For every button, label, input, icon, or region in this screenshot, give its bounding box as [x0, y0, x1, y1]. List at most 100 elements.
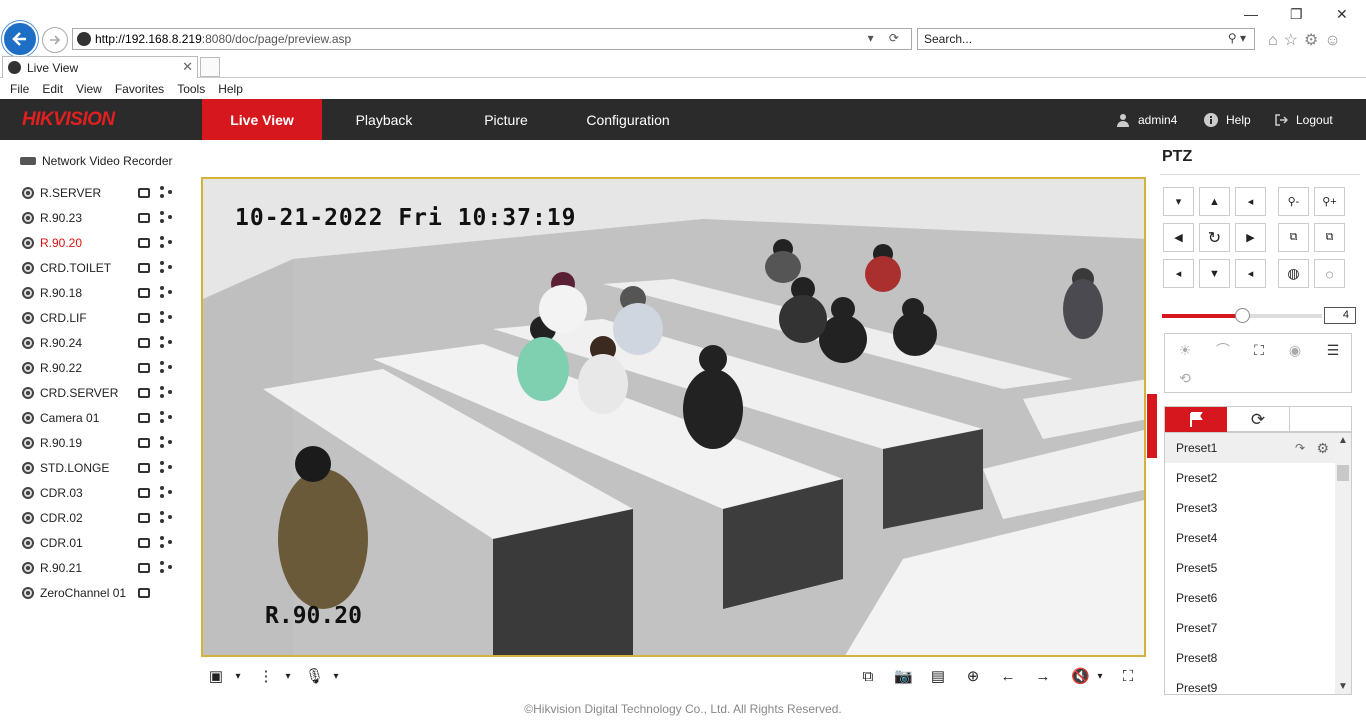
preset-scrollbar[interactable]: ▲ ▼	[1335, 433, 1351, 694]
stop-all-icon[interactable]: ⧉	[859, 668, 877, 686]
audio-mute-icon[interactable]: 🔇	[1071, 668, 1090, 686]
focus-far-button[interactable]: ⧉	[1314, 223, 1345, 252]
ptz-down-left-button[interactable]: ◂	[1163, 259, 1194, 288]
new-tab-button[interactable]	[200, 57, 220, 77]
camera-item[interactable]: R.90.22	[22, 358, 192, 378]
camera-item[interactable]: CDR.01	[22, 533, 192, 553]
camera-item[interactable]: CRD.LIF	[22, 308, 192, 328]
record-icon[interactable]	[138, 588, 150, 598]
tab-live-view[interactable]: Live View ✕	[2, 56, 198, 78]
focus-near-button[interactable]: ⧉	[1278, 223, 1309, 252]
ptz-auto-button[interactable]: ↻	[1199, 223, 1230, 252]
preset-item[interactable]: Preset8	[1165, 643, 1337, 673]
stream-switch-icon[interactable]	[160, 236, 174, 250]
menu-file[interactable]: File	[10, 82, 29, 96]
preset-item[interactable]: Preset2	[1165, 463, 1337, 493]
lens-init-icon[interactable]: ⟲	[1167, 364, 1203, 392]
camera-item[interactable]: R.90.23	[22, 208, 192, 228]
record-icon[interactable]	[138, 463, 150, 473]
zoom-out-button[interactable]: ⚲-	[1278, 187, 1309, 216]
light-icon[interactable]: ☀	[1167, 336, 1203, 364]
record-icon[interactable]	[138, 413, 150, 423]
record-icon[interactable]	[138, 388, 150, 398]
set-preset-icon[interactable]: ⚙	[1316, 440, 1329, 457]
refresh-icon[interactable]: ▾ ⟳	[868, 31, 905, 45]
stream-switch-icon[interactable]	[160, 186, 174, 200]
browser-tool-icons[interactable]: ⌂☆⚙☺	[1268, 30, 1347, 50]
live-video-window[interactable]: 10-21-2022 Fri 10:37:19 R.90.20	[201, 177, 1146, 657]
menu-icon[interactable]: ☰	[1315, 336, 1351, 364]
record-icon[interactable]	[138, 488, 150, 498]
record-icon[interactable]	[138, 213, 150, 223]
speed-slider-knob[interactable]	[1235, 308, 1250, 323]
search-input[interactable]: Search... ⚲ ▾	[917, 28, 1255, 50]
camera-item[interactable]: R.90.19	[22, 433, 192, 453]
record-icon[interactable]	[138, 188, 150, 198]
record-icon[interactable]	[138, 438, 150, 448]
ptz-speed-slider[interactable]	[1162, 308, 1322, 323]
stream-switch-icon[interactable]	[160, 336, 174, 350]
menu-edit[interactable]: Edit	[42, 82, 63, 96]
restore-button[interactable]: ❐	[1290, 6, 1303, 23]
scroll-up-icon[interactable]: ▲	[1338, 435, 1348, 446]
close-window-button[interactable]: ✕	[1336, 6, 1348, 23]
nav-picture[interactable]: Picture	[452, 99, 560, 140]
stream-switch-icon[interactable]	[160, 411, 174, 425]
preset-item[interactable]: Preset7	[1165, 613, 1337, 643]
preset-item[interactable]: Preset6	[1165, 583, 1337, 613]
digital-zoom-icon[interactable]: ⊕	[964, 668, 982, 686]
3d-position-icon[interactable]: ⛶	[1241, 336, 1277, 364]
microphone-icon[interactable]: 🎙	[305, 668, 324, 686]
ptz-up-left-button[interactable]: ▾	[1163, 187, 1194, 216]
camera-item[interactable]: R.90.20	[22, 233, 192, 253]
stream-switch-icon[interactable]	[160, 436, 174, 450]
zoom-in-button[interactable]: ⚲+	[1314, 187, 1345, 216]
nav-live-view[interactable]: Live View	[202, 99, 322, 140]
record-icon[interactable]	[138, 238, 150, 248]
tab-patrol[interactable]: ⟳	[1227, 407, 1290, 432]
preset-item[interactable]: Preset4	[1165, 523, 1337, 553]
fullscreen-icon[interactable]: ⛶	[1119, 668, 1137, 686]
tab-close-icon[interactable]: ✕	[182, 59, 193, 75]
stream-switch-icon[interactable]	[160, 561, 174, 575]
scroll-down-icon[interactable]: ▼	[1338, 681, 1348, 692]
stream-dropdown-icon[interactable]: ▾	[279, 668, 297, 686]
menu-favorites[interactable]: Favorites	[115, 82, 164, 96]
nav-playback[interactable]: Playback	[330, 99, 438, 140]
one-touch-focus-icon[interactable]: ◉	[1277, 336, 1313, 364]
previous-page-icon[interactable]: ←	[999, 668, 1017, 686]
layout-dropdown-icon[interactable]: ▾	[229, 668, 247, 686]
stream-switch-icon[interactable]	[160, 461, 174, 475]
ptz-left-button[interactable]: ◀	[1163, 223, 1194, 252]
camera-item[interactable]: CDR.02	[22, 508, 192, 528]
next-page-icon[interactable]: →	[1034, 668, 1052, 686]
record-icon[interactable]	[138, 338, 150, 348]
stream-switch-icon[interactable]	[160, 536, 174, 550]
camera-item[interactable]: CRD.SERVER	[22, 383, 192, 403]
iris-close-button[interactable]: ◌	[1314, 259, 1345, 288]
help-link[interactable]: Help	[1204, 99, 1251, 140]
preset-item[interactable]: Preset3	[1165, 493, 1337, 523]
stream-switch-icon[interactable]	[160, 511, 174, 525]
scroll-thumb[interactable]	[1337, 465, 1349, 481]
nav-configuration[interactable]: Configuration	[574, 99, 682, 140]
stream-switch-icon[interactable]	[160, 486, 174, 500]
ptz-up-right-button[interactable]: ◂	[1235, 187, 1266, 216]
nvr-root[interactable]: Network Video Recorder	[20, 154, 173, 168]
camera-item[interactable]: CDR.03	[22, 483, 192, 503]
address-bar[interactable]: http://192.168.8.219 :8080/doc/page/prev…	[72, 28, 912, 50]
camera-item[interactable]: R.90.24	[22, 333, 192, 353]
forward-button[interactable]	[42, 27, 68, 53]
stream-switch-icon[interactable]	[160, 386, 174, 400]
record-icon[interactable]	[138, 263, 150, 273]
window-layout-icon[interactable]: ▣	[207, 668, 225, 686]
record-icon[interactable]: ▤	[929, 668, 947, 686]
call-preset-icon[interactable]: ↷	[1295, 441, 1305, 455]
record-icon[interactable]	[138, 563, 150, 573]
ptz-up-button[interactable]: ▲	[1199, 187, 1230, 216]
camera-item[interactable]: ZeroChannel 01	[22, 583, 192, 603]
preset-item[interactable]: Preset9	[1165, 673, 1337, 694]
audio-dropdown-icon[interactable]: ▾	[1091, 668, 1109, 686]
tab-preset[interactable]	[1165, 407, 1227, 432]
camera-item[interactable]: R.SERVER	[22, 183, 192, 203]
